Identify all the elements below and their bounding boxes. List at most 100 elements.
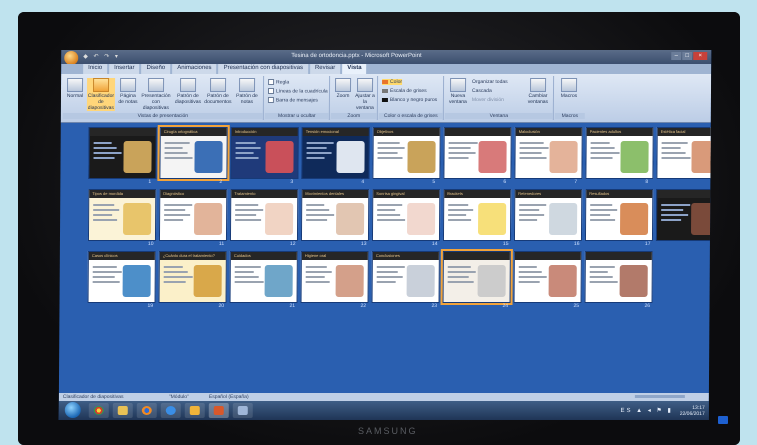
slide-picture — [691, 141, 712, 173]
slide-picture — [407, 141, 436, 173]
slide-thumbnail[interactable]: Cirugía ortognática — [157, 125, 230, 181]
taskbar-app[interactable] — [232, 403, 253, 418]
tab-insertar[interactable]: Insertar — [109, 64, 140, 74]
cascade-button[interactable]: Cascada — [472, 88, 492, 94]
office-button[interactable] — [64, 51, 79, 65]
tab-revisar[interactable]: Revisar — [309, 64, 341, 74]
window-title: Tesina de ortodoncia.pptx - Microsoft Po… — [291, 53, 422, 59]
slide-thumbnail[interactable]: Movimientos dentales — [300, 189, 370, 241]
system-tray-icons[interactable]: ES ▲ ◂ ⚑ ▮ — [620, 407, 672, 414]
slide-thumbnail[interactable] — [513, 251, 582, 303]
handout-master-button[interactable]: Patrón de documentos — [204, 78, 232, 105]
tab-presentacion[interactable]: Presentación con diapositivas — [218, 64, 308, 74]
slide-master-button[interactable]: Patrón de diapositivas — [175, 78, 201, 105]
slide-sorter-button[interactable]: Clasificador de diapositivas — [86, 78, 116, 111]
slide-title: Higiene oral — [304, 253, 327, 258]
slide-title-bar — [657, 190, 712, 198]
slide-thumbnail[interactable] — [88, 127, 157, 179]
grayscale-option[interactable]: Escala de grises — [381, 88, 427, 94]
slide-text-lines — [590, 204, 620, 224]
slide-thumbnail[interactable]: Resultados — [584, 189, 654, 241]
status-bar: Clasificador de diapositivas "Módulo" Es… — [58, 393, 709, 401]
group-presentation-views: Normal Clasificador de diapositivas Pági… — [62, 76, 265, 120]
new-window-button[interactable]: Nueva ventana — [447, 78, 469, 105]
move-split-button[interactable]: Mover división — [472, 97, 504, 103]
taskbar-powerpoint[interactable] — [208, 403, 229, 418]
arrange-all-button[interactable]: Organizar todas — [472, 79, 508, 85]
slide-thumbnail[interactable] — [584, 251, 653, 303]
taskbar-explorer[interactable] — [112, 403, 133, 418]
slide-thumbnail[interactable]: Tipos de mordida — [87, 189, 157, 241]
black-white-option[interactable]: Blanco y negro puros — [381, 97, 437, 103]
slide-picture — [620, 203, 649, 235]
ruler-checkbox[interactable]: Regla — [268, 79, 289, 85]
slide-master-label: Patrón de diapositivas — [174, 93, 202, 105]
slide-title: Conclusiones — [375, 253, 400, 258]
slide-thumbnail[interactable]: Conclusiones — [371, 251, 440, 303]
slide-thumbnail[interactable]: Sonrisa gingival — [371, 189, 441, 241]
maximize-button[interactable]: □ — [682, 52, 693, 60]
normal-view-button[interactable]: Normal — [65, 78, 85, 99]
gridlines-checkbox[interactable]: Líneas de la cuadrícula — [267, 88, 328, 94]
slide-picture — [620, 141, 649, 173]
macros-button[interactable]: Macros — [559, 78, 579, 99]
switch-windows-button[interactable]: Cambiar ventanas — [525, 78, 551, 105]
macros-label: Macros — [560, 93, 578, 99]
tab-inicio[interactable]: Inicio — [83, 64, 108, 74]
slide-number: 6 — [503, 179, 507, 185]
slide-title-bar — [514, 252, 581, 260]
slide-thumbnail[interactable]: Tratamiento — [229, 189, 299, 241]
tab-diseno[interactable]: Diseño — [141, 64, 171, 74]
tab-animaciones[interactable]: Animaciones — [172, 64, 217, 74]
slide-thumbnail[interactable]: Higiene oral — [300, 251, 369, 303]
slide-title-bar: Tensión emocional — [302, 128, 369, 136]
slide-thumbnail[interactable]: Objetivos — [372, 127, 441, 179]
slide-thumbnail[interactable]: Diagnóstico — [158, 189, 228, 241]
slide-text-lines — [305, 266, 336, 286]
slide-title-bar: Casos clínicos — [88, 252, 155, 260]
slide-text-lines — [448, 142, 479, 162]
clock[interactable]: 13:17 22/06/2017 — [680, 405, 705, 417]
notes-page-button[interactable]: Página de notas — [118, 78, 138, 105]
slideshow-button[interactable]: Presentación con diapositivas — [141, 78, 171, 111]
notes-master-button[interactable]: Patrón de notas — [235, 78, 259, 105]
slide-thumbnail[interactable]: Casos clínicos — [87, 251, 156, 303]
taskbar-firefox[interactable] — [136, 403, 157, 418]
start-button[interactable] — [64, 402, 81, 418]
slide-number: 19 — [147, 303, 154, 309]
slide-thumbnail[interactable]: Brackets — [442, 189, 512, 241]
slide-thumbnail[interactable]: Cuidados — [229, 251, 298, 303]
message-bar-checkbox[interactable]: Barra de mensajes — [267, 97, 318, 103]
slide-thumbnail[interactable]: Pacientes adultos — [585, 127, 654, 179]
slide-thumbnail[interactable]: Estética facial — [656, 127, 712, 179]
taskbar-ie[interactable] — [160, 403, 181, 418]
taskbar-files[interactable] — [184, 403, 205, 418]
taskbar-chrome[interactable] — [88, 403, 109, 418]
slide-thumbnail[interactable]: Retenedores — [513, 189, 583, 241]
slide-thumbnail[interactable]: ¿Cuánto dura el tratamiento? — [158, 251, 227, 303]
group-macros: Macros Macros — [554, 76, 585, 120]
zoom-button[interactable]: Zoom — [333, 78, 353, 99]
slide-title-bar: ¿Cuánto dura el tratamiento? — [159, 252, 226, 260]
ruler-label: Regla — [276, 79, 290, 86]
slide-picture — [193, 265, 222, 297]
quick-access-toolbar[interactable]: ◆ ↶ ↷ ▾ — [83, 53, 120, 60]
slide-thumbnail[interactable] — [440, 249, 513, 305]
slide-thumbnail[interactable]: Tensión emocional — [301, 127, 370, 179]
minimize-button[interactable]: – — [671, 52, 682, 60]
slide-title-bar: Cirugía ortognática — [160, 128, 227, 136]
slide-title-bar: Tipos de mordida — [89, 190, 156, 198]
slide-thumbnail[interactable]: Introducción — [230, 127, 299, 179]
slide-text-lines — [519, 204, 549, 224]
slide-thumbnail[interactable] — [443, 127, 512, 179]
fit-window-button[interactable]: Ajustar a la ventana — [354, 78, 376, 111]
slide-thumbnail[interactable]: Maloclusión — [514, 127, 583, 179]
color-option[interactable]: Color — [382, 79, 403, 85]
app-icon — [237, 406, 248, 415]
group-window: Nueva ventana Organizar todas Cascada Mo… — [444, 76, 555, 120]
slide-sorter[interactable]: 1 Cirugía ortognática 2 Introducción 3 Tensió… — [59, 123, 712, 393]
close-button[interactable]: × — [693, 52, 708, 60]
tab-vista[interactable]: Vista — [342, 64, 367, 74]
slide-thumbnail[interactable] — [655, 189, 712, 241]
zoom-slider[interactable] — [634, 395, 685, 398]
